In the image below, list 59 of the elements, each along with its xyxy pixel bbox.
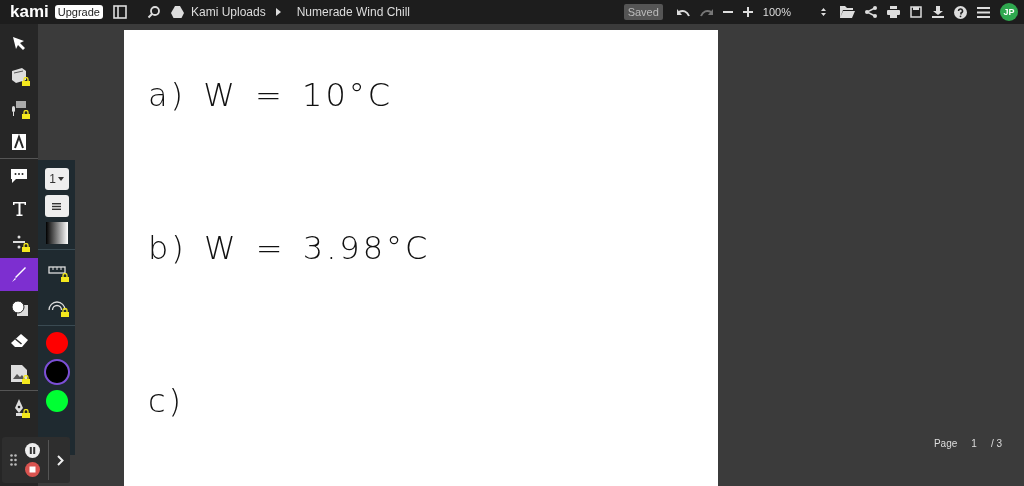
stepper-icon[interactable] xyxy=(821,8,826,16)
save-status: Saved xyxy=(623,4,663,20)
book-icon xyxy=(10,67,28,84)
image-icon xyxy=(11,365,27,382)
menu-icon[interactable] xyxy=(977,6,990,18)
lock-icon xyxy=(22,375,30,384)
text-icon xyxy=(12,201,26,216)
folder-icon[interactable] xyxy=(840,6,855,18)
comment-icon xyxy=(11,168,27,183)
arc-icon xyxy=(47,300,66,310)
pause-icon[interactable] xyxy=(25,443,40,458)
shapes-icon xyxy=(10,299,28,316)
search-icon[interactable] xyxy=(146,5,161,19)
zoom-in-icon[interactable] xyxy=(742,7,753,17)
document-title: Numerade Wind Chill xyxy=(296,5,411,19)
handwritten-answer: b) W = 3.98°C xyxy=(148,229,432,269)
divide-icon xyxy=(13,234,25,249)
stop-icon[interactable] xyxy=(25,462,40,477)
microphone-comment-icon xyxy=(10,100,28,117)
line-style-button[interactable] xyxy=(44,195,69,217)
handwritten-answer: c) xyxy=(148,382,186,422)
lock-icon xyxy=(61,273,69,282)
drag-handle-icon[interactable] xyxy=(10,454,17,466)
lock-icon xyxy=(22,77,30,86)
color-swatch[interactable] xyxy=(45,332,68,354)
color-swatch[interactable] xyxy=(45,361,68,383)
lock-icon xyxy=(22,409,30,418)
share-icon[interactable] xyxy=(865,6,877,18)
pen-icon xyxy=(11,266,27,283)
upgrade-button[interactable]: Upgrade xyxy=(54,5,103,19)
opacity-swatch[interactable] xyxy=(45,222,68,244)
sidebar-toggle-icon[interactable] xyxy=(112,5,127,19)
chevron-right-icon[interactable] xyxy=(57,454,64,466)
text-box-icon xyxy=(12,133,26,150)
page-total: / 3 xyxy=(990,438,1002,449)
page-label: Page xyxy=(933,438,958,449)
lock-icon xyxy=(22,243,30,252)
color-swatch[interactable] xyxy=(45,390,68,412)
eraser-icon xyxy=(10,334,28,347)
ruler-icon xyxy=(47,266,66,274)
logo: kami xyxy=(10,2,49,22)
redo-icon[interactable] xyxy=(699,7,713,17)
page-number-field[interactable]: 1 xyxy=(971,438,977,449)
help-icon[interactable] xyxy=(954,5,967,19)
breadcrumb-link[interactable]: Kami Uploads xyxy=(190,5,266,19)
save-icon[interactable] xyxy=(910,6,922,18)
download-icon[interactable] xyxy=(932,6,944,18)
handwritten-answer: a) W = 10°C xyxy=(148,76,395,116)
lock-icon xyxy=(61,308,69,317)
zoom-select[interactable]: 100% xyxy=(762,6,826,18)
lines-icon xyxy=(52,202,61,210)
caret-down-icon xyxy=(57,177,64,181)
print-icon[interactable] xyxy=(887,6,900,18)
lock-icon xyxy=(22,110,30,119)
undo-icon[interactable] xyxy=(676,7,690,17)
size-dropdown[interactable]: 1 xyxy=(44,168,69,190)
pen-nib-icon xyxy=(14,399,24,416)
caret-icon xyxy=(275,8,281,16)
cursor-icon xyxy=(12,35,26,50)
